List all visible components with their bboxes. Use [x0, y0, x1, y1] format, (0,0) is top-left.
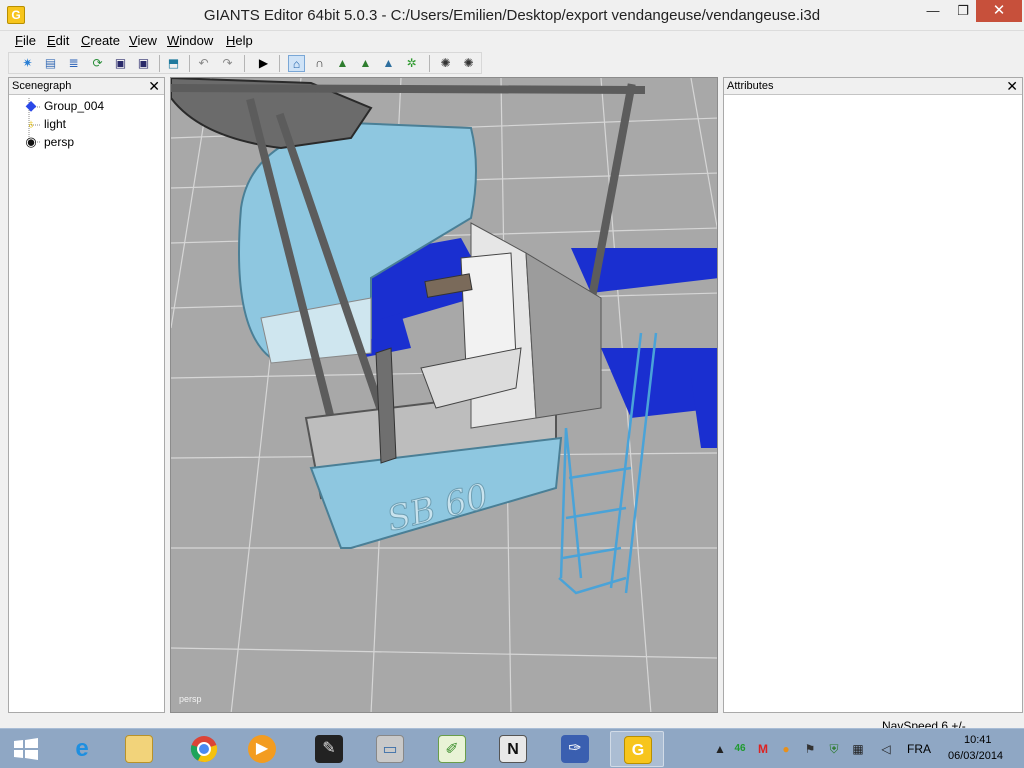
security-shield-icon[interactable]: ⛨: [826, 741, 842, 757]
antivirus-icon[interactable]: M: [755, 741, 771, 757]
minimize-button[interactable]: —: [918, 0, 948, 22]
camera-label: persp: [179, 694, 202, 704]
play-icon[interactable]: ▶: [255, 55, 272, 72]
menu-bar: File Edit Create View Window Help: [0, 31, 1024, 51]
tree-item-label: Group_004: [44, 99, 105, 113]
select-mode-icon[interactable]: ⌂: [288, 55, 305, 72]
volume-icon[interactable]: ◁: [878, 741, 894, 757]
media-play-glyph: ▶: [248, 735, 276, 763]
inkscape-glyph: ✎: [315, 735, 343, 763]
attributes-header: Attributes ✕: [724, 78, 1022, 95]
light-bulb-icon: ♁: [26, 116, 36, 131]
notepad-glyph: ✐: [438, 735, 466, 763]
giants-editor-icon[interactable]: G: [610, 731, 664, 767]
close-button[interactable]: ✕: [976, 0, 1022, 22]
system-tray: ▲ 46 M ● ⚑ ⛨ ▦ ◁ FRA 10:41 06/03/2014: [710, 729, 1024, 768]
refresh-icon[interactable]: ⟳: [89, 55, 106, 72]
menu-edit[interactable]: Edit: [47, 33, 69, 48]
menu-create[interactable]: Create: [81, 33, 120, 48]
update-icon[interactable]: ●: [778, 741, 794, 757]
export-icon[interactable]: ⬒: [165, 55, 182, 72]
paint-glyph: ✑: [561, 735, 589, 763]
scenegraph-panel: Scenegraph ✕ ◆ Group_004 ♁ light ◉ persp: [8, 77, 165, 713]
save-as-icon[interactable]: ▣: [135, 55, 152, 72]
monitor-app-icon[interactable]: ▭: [363, 731, 417, 767]
internet-explorer-icon[interactable]: e: [55, 731, 109, 767]
clock-date[interactable]: 06/03/2014: [948, 750, 1003, 762]
save-icon[interactable]: ▣: [112, 55, 129, 72]
toolbar-separator: [244, 55, 245, 72]
new-scene-icon[interactable]: ✷: [19, 55, 36, 72]
toolbar-separator: [189, 55, 190, 72]
media-player-icon[interactable]: ▶: [235, 731, 289, 767]
attributes-title: Attributes: [727, 80, 774, 92]
ni-mate-glyph: N: [499, 735, 527, 763]
tray-badge-icon[interactable]: 46: [732, 741, 748, 757]
clock-time[interactable]: 10:41: [964, 734, 992, 746]
3d-viewport[interactable]: SB 60 persp: [170, 77, 718, 713]
windows-taskbar: e ▶ ✎ ▭ ✐ N ✑ G ▲ 46 M ● ⚑ ⛨ ▦ ◁ FRA 10:…: [0, 728, 1024, 768]
scenegraph-close-icon[interactable]: ✕: [148, 78, 160, 94]
window-title: GIANTS Editor 64bit 5.0.3 - C:/Users/Emi…: [203, 7, 821, 24]
menu-window[interactable]: Window: [167, 33, 213, 48]
terrain-paint-icon[interactable]: ▲: [357, 55, 374, 72]
tree-item-persp[interactable]: ◉ persp: [23, 133, 74, 150]
main-toolbar: ✷ ▤ ≣ ⟳ ▣ ▣ ⬒ ↶ ↷ ▶ ⌂ ∩ ▲ ▲ ▲ ✲ ✺ ✺: [8, 52, 482, 74]
physics-icon[interactable]: ✺: [437, 55, 454, 72]
giants-glyph: G: [624, 736, 652, 764]
status-bar: NavSpeed 6 +/-: [0, 714, 1024, 733]
internet-explorer-glyph: e: [75, 735, 89, 762]
action-center-icon[interactable]: ⚑: [802, 741, 818, 757]
terrain-sculpt-icon[interactable]: ▲: [334, 55, 351, 72]
chrome-glyph: [190, 736, 218, 763]
folder-glyph: [125, 735, 153, 763]
notepad-plus-plus-icon[interactable]: ✐: [425, 731, 479, 767]
input-language[interactable]: FRA: [907, 742, 931, 756]
file-explorer-icon[interactable]: [112, 731, 166, 767]
tree-item-group-004[interactable]: ◆ Group_004: [23, 97, 104, 114]
ni-mate-icon[interactable]: N: [486, 731, 540, 767]
attributes-close-icon[interactable]: ✕: [1006, 78, 1018, 94]
maximize-button[interactable]: ❐: [948, 0, 978, 22]
tree-item-label: light: [44, 117, 67, 131]
terrain-texture-icon[interactable]: ▲: [380, 55, 397, 72]
paint-app-icon[interactable]: ✑: [548, 731, 602, 767]
open-icon[interactable]: ▤: [42, 55, 59, 72]
undo-icon[interactable]: ↶: [195, 55, 212, 72]
menu-view[interactable]: View: [129, 33, 157, 48]
transform-group-icon: ◆: [25, 97, 37, 113]
camera-icon: ◉: [25, 134, 37, 149]
attributes-panel: Attributes ✕: [723, 77, 1023, 713]
tree-item-light[interactable]: ♁ light: [23, 115, 66, 132]
menu-file[interactable]: File: [15, 33, 36, 48]
monitor-glyph: ▭: [376, 735, 404, 763]
scenegraph-title: Scenegraph: [12, 80, 72, 92]
show-hidden-icons-icon[interactable]: ▲: [712, 741, 728, 757]
toolbar-separator: [159, 55, 160, 72]
network-icon[interactable]: ▦: [850, 741, 866, 757]
menu-help[interactable]: Help: [226, 33, 253, 48]
physics-step-icon[interactable]: ✺: [460, 55, 477, 72]
foliage-paint-icon[interactable]: ✲: [403, 55, 420, 72]
tree-item-label: persp: [44, 135, 75, 149]
magnet-icon[interactable]: ∩: [311, 55, 328, 72]
toolbar-separator: [279, 55, 280, 72]
redo-icon[interactable]: ↷: [219, 55, 236, 72]
scenegraph-header: Scenegraph ✕: [9, 78, 164, 95]
inkscape-icon[interactable]: ✎: [302, 731, 356, 767]
title-bar: G GIANTS Editor 64bit 5.0.3 - C:/Users/E…: [0, 0, 1024, 31]
windows-start-icon[interactable]: [0, 729, 52, 768]
viewport-scene: SB 60: [171, 78, 717, 712]
import-icon[interactable]: ≣: [65, 55, 82, 72]
chrome-icon[interactable]: [177, 731, 231, 767]
toolbar-separator: [429, 55, 430, 72]
